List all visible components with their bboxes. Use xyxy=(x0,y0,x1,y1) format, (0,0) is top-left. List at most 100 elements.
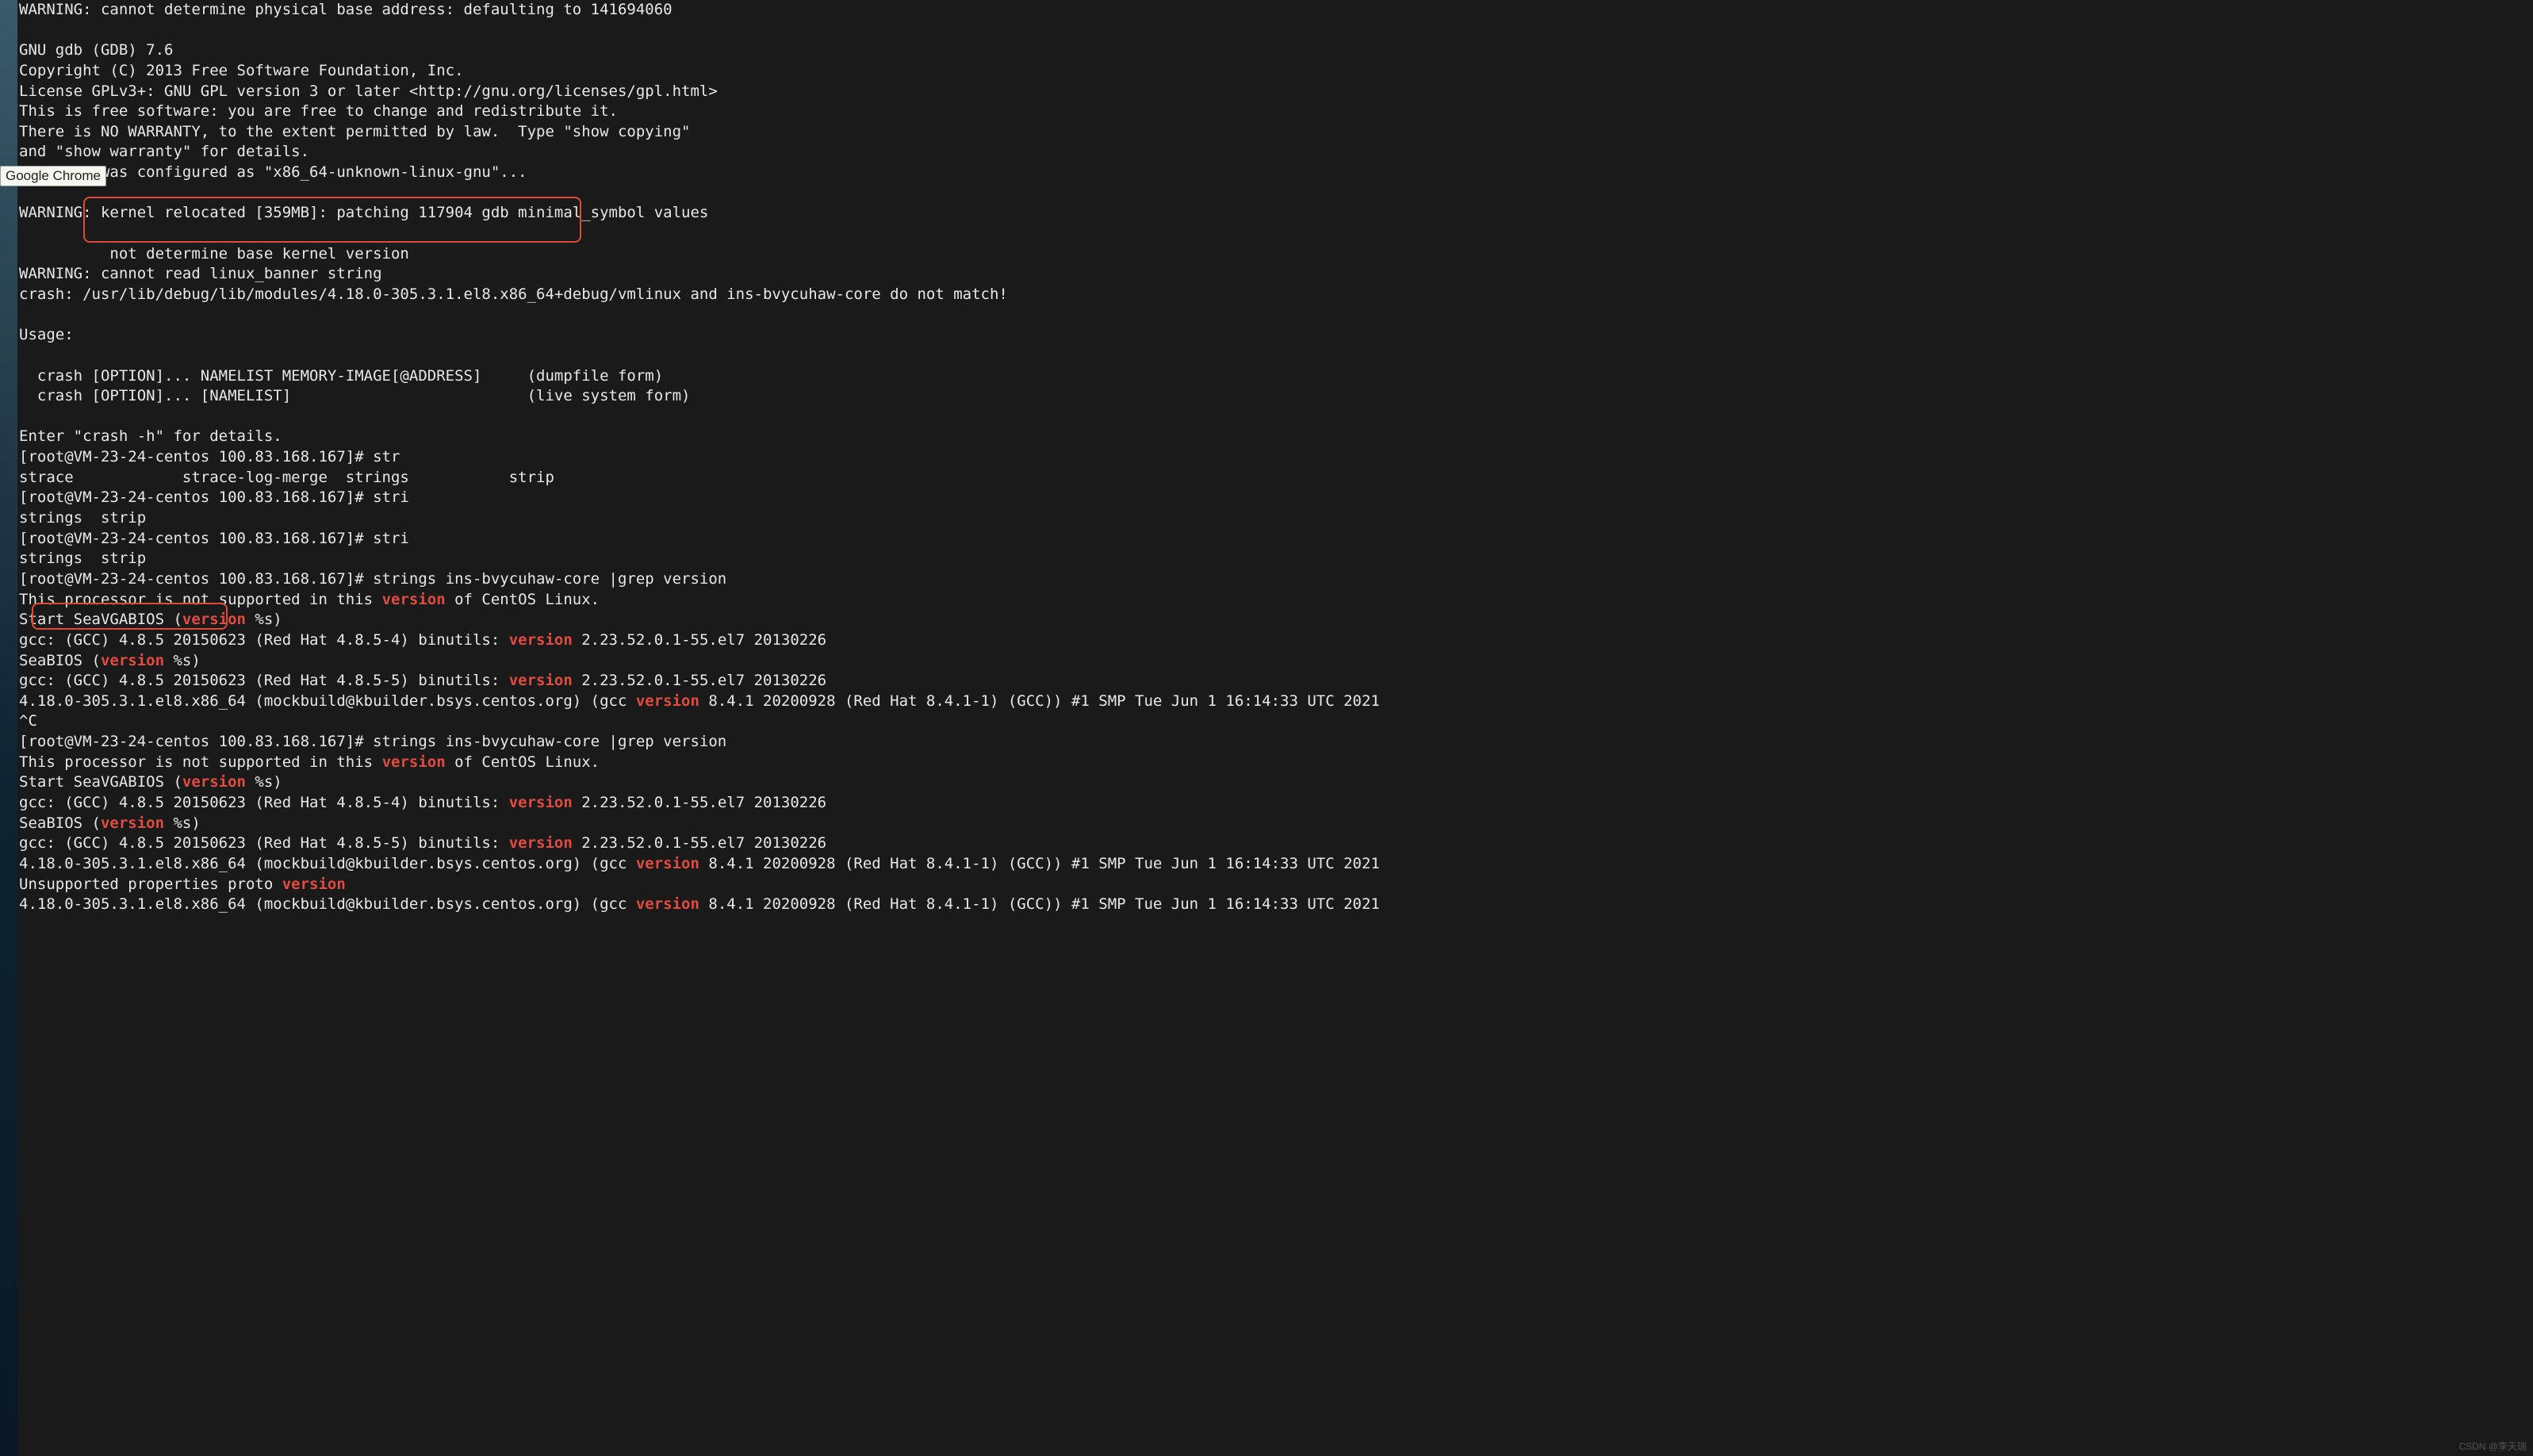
grep-match: version xyxy=(282,876,346,893)
terminal-text: Start SeaVGABIOS ( xyxy=(19,773,182,791)
desktop-wallpaper-strip xyxy=(0,0,17,1456)
grep-match: version xyxy=(509,672,573,689)
terminal-text: 8.4.1 20200928 (Red Hat 8.4.1-1) (GCC)) … xyxy=(699,895,1380,913)
terminal-text xyxy=(19,306,28,324)
terminal-line: 4.18.0-305.3.1.el8.x86_64 (mockbuild@kbu… xyxy=(19,895,2531,915)
terminal-line: Unsupported properties proto version xyxy=(19,875,2531,895)
terminal-line xyxy=(19,305,2531,326)
terminal-text: 2.23.52.0.1-55.el7 20130226 xyxy=(573,631,826,649)
terminal-text: WARNING: cannot read linux_banner string xyxy=(19,265,382,282)
grep-match: version xyxy=(101,652,164,669)
terminal-line: WARNING: cannot determine physical base … xyxy=(19,0,2531,21)
terminal-text: This processor is not supported in this xyxy=(19,591,382,608)
terminal-text: [root@VM-23-24-centos 100.83.168.167]# s… xyxy=(19,733,726,750)
terminal-text: Usage: xyxy=(19,326,74,343)
terminal-line: WARNING: kernel relocated [359MB]: patch… xyxy=(19,203,2531,224)
terminal-text xyxy=(19,21,28,39)
terminal-text xyxy=(19,184,28,201)
terminal-line xyxy=(19,224,2531,244)
terminal-text: Unsupported properties proto xyxy=(19,876,282,893)
grep-match: version xyxy=(509,834,573,852)
terminal-text: GNU gdb (GDB) 7.6 xyxy=(19,41,173,59)
terminal-line: This GDB was configured as "x86_64-unkno… xyxy=(19,163,2531,183)
terminal-text: gcc: (GCC) 4.8.5 20150623 (Red Hat 4.8.5… xyxy=(19,672,509,689)
terminal-line: SeaBIOS (version %s) xyxy=(19,651,2531,672)
terminal-text: and "show warranty" for details. xyxy=(19,143,309,160)
terminal-line: [root@VM-23-24-centos 100.83.168.167]# s… xyxy=(19,732,2531,753)
terminal-line: gcc: (GCC) 4.8.5 20150623 (Red Hat 4.8.5… xyxy=(19,833,2531,854)
grep-match: version xyxy=(182,773,246,791)
terminal-text: gcc: (GCC) 4.8.5 20150623 (Red Hat 4.8.5… xyxy=(19,631,509,649)
terminal-line: not determine base kernel version xyxy=(19,244,2531,265)
terminal-line: gcc: (GCC) 4.8.5 20150623 (Red Hat 4.8.5… xyxy=(19,793,2531,814)
terminal-line: ^C xyxy=(19,711,2531,732)
terminal-text: Copyright (C) 2013 Free Software Foundat… xyxy=(19,62,464,79)
terminal-line: 4.18.0-305.3.1.el8.x86_64 (mockbuild@kbu… xyxy=(19,692,2531,712)
terminal-text: [root@VM-23-24-centos 100.83.168.167]# s… xyxy=(19,448,400,466)
terminal-line: There is NO WARRANTY, to the extent perm… xyxy=(19,122,2531,143)
terminal-text: [root@VM-23-24-centos 100.83.168.167]# s… xyxy=(19,530,409,547)
terminal-text: SeaBIOS ( xyxy=(19,652,101,669)
terminal-line: GNU gdb (GDB) 7.6 xyxy=(19,40,2531,61)
grep-match: version xyxy=(101,814,164,832)
terminal-text: WARNING: cannot determine physical base … xyxy=(19,1,673,18)
terminal-text: Enter "crash -h" for details. xyxy=(19,427,282,445)
terminal-line: This is free software: you are free to c… xyxy=(19,102,2531,122)
terminal-line: 4.18.0-305.3.1.el8.x86_64 (mockbuild@kbu… xyxy=(19,854,2531,875)
terminal-line: Start SeaVGABIOS (version %s) xyxy=(19,610,2531,630)
terminal-text: %s) xyxy=(164,652,201,669)
terminal-text: This is free software: you are free to c… xyxy=(19,102,618,120)
terminal-text: crash [OPTION]... [NAMELIST] (live syste… xyxy=(19,387,690,404)
terminal-text: [root@VM-23-24-centos 100.83.168.167]# s… xyxy=(19,570,726,588)
terminal-line: Copyright (C) 2013 Free Software Foundat… xyxy=(19,61,2531,82)
terminal-line: crash [OPTION]... [NAMELIST] (live syste… xyxy=(19,386,2531,407)
watermark: CSDN @李天瑞 xyxy=(2458,1439,2527,1453)
terminal-line: [root@VM-23-24-centos 100.83.168.167]# s… xyxy=(19,529,2531,550)
terminal-line: gcc: (GCC) 4.8.5 20150623 (Red Hat 4.8.5… xyxy=(19,630,2531,651)
terminal-line: License GPLv3+: GNU GPL version 3 or lat… xyxy=(19,82,2531,102)
terminal-text: License GPLv3+: GNU GPL version 3 or lat… xyxy=(19,82,718,100)
terminal-text: strace strace-log-merge strings strip xyxy=(19,469,554,486)
dock-tooltip: Google Chrome xyxy=(0,166,106,186)
terminal-line: This processor is not supported in this … xyxy=(19,753,2531,773)
terminal-line xyxy=(19,407,2531,427)
terminal-line: crash: /usr/lib/debug/lib/modules/4.18.0… xyxy=(19,285,2531,305)
terminal-text: %s) xyxy=(246,773,282,791)
terminal-text: crash: /usr/lib/debug/lib/modules/4.18.0… xyxy=(19,285,1008,303)
grep-match: version xyxy=(636,855,699,872)
terminal-text: 2.23.52.0.1-55.el7 20130226 xyxy=(573,834,826,852)
terminal-text: SeaBIOS ( xyxy=(19,814,101,832)
terminal-line: crash [OPTION]... NAMELIST MEMORY-IMAGE[… xyxy=(19,366,2531,387)
grep-match: version xyxy=(182,611,246,628)
terminal-text xyxy=(19,347,28,364)
terminal-text: 2.23.52.0.1-55.el7 20130226 xyxy=(573,794,826,811)
grep-match: version xyxy=(509,631,573,649)
terminal-line: Start SeaVGABIOS (version %s) xyxy=(19,772,2531,793)
terminal-text: 8.4.1 20200928 (Red Hat 8.4.1-1) (GCC)) … xyxy=(699,692,1380,710)
terminal-text: %s) xyxy=(164,814,201,832)
terminal-line: [root@VM-23-24-centos 100.83.168.167]# s… xyxy=(19,569,2531,590)
terminal-text: Start SeaVGABIOS ( xyxy=(19,611,182,628)
terminal-window[interactable]: WARNING: cannot determine physical base … xyxy=(17,0,2533,1456)
terminal-line: SeaBIOS (version %s) xyxy=(19,814,2531,834)
terminal-text: [root@VM-23-24-centos 100.83.168.167]# s… xyxy=(19,489,409,506)
terminal-line: WARNING: cannot read linux_banner string xyxy=(19,264,2531,285)
terminal-line: gcc: (GCC) 4.8.5 20150623 (Red Hat 4.8.5… xyxy=(19,671,2531,692)
grep-match: version xyxy=(509,794,573,811)
terminal-text: 4.18.0-305.3.1.el8.x86_64 (mockbuild@kbu… xyxy=(19,855,636,872)
terminal-text: gcc: (GCC) 4.8.5 20150623 (Red Hat 4.8.5… xyxy=(19,834,509,852)
terminal-text xyxy=(19,224,28,242)
terminal-line: [root@VM-23-24-centos 100.83.168.167]# s… xyxy=(19,447,2531,468)
terminal-text: strings strip xyxy=(19,550,146,567)
terminal-text: ^C xyxy=(19,712,37,730)
terminal-line: strings strip xyxy=(19,508,2531,529)
terminal-text xyxy=(19,408,28,425)
terminal-text: 4.18.0-305.3.1.el8.x86_64 (mockbuild@kbu… xyxy=(19,692,636,710)
terminal-text: crash [OPTION]... NAMELIST MEMORY-IMAGE[… xyxy=(19,367,663,385)
grep-match: version xyxy=(636,895,699,913)
terminal-text: of CentOS Linux. xyxy=(446,753,600,771)
terminal-line: Usage: xyxy=(19,325,2531,346)
terminal-text: not determine base kernel version xyxy=(19,245,409,262)
terminal-text: This processor is not supported in this xyxy=(19,753,382,771)
grep-match: version xyxy=(382,591,446,608)
